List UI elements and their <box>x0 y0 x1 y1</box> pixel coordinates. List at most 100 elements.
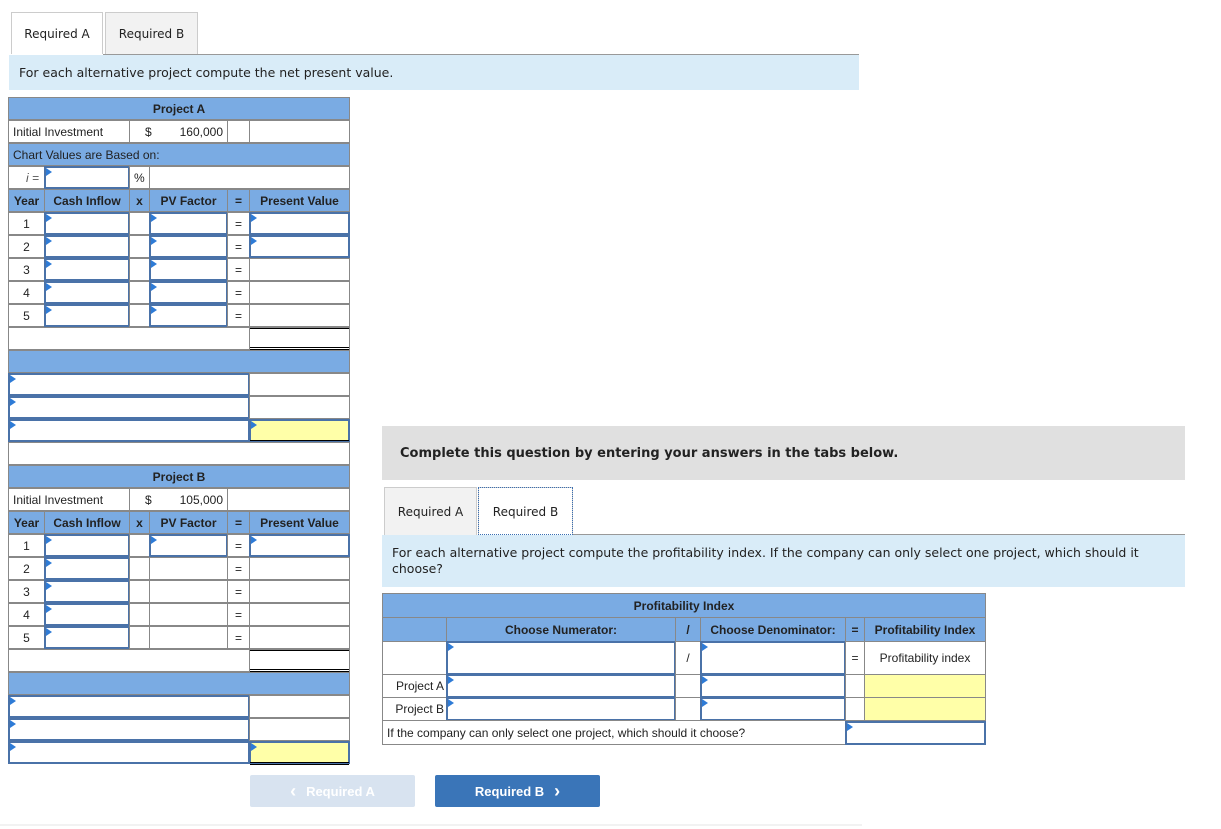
times-cell <box>129 534 150 557</box>
year-cell: 3 <box>8 258 45 281</box>
next-button-label: Required B <box>474 783 545 799</box>
cash-inflow-input[interactable] <box>44 534 130 557</box>
pv-factor-input[interactable] <box>149 534 228 557</box>
chart-values-label: Chart Values are Based on: <box>8 143 350 166</box>
cash-inflow-input[interactable] <box>44 212 130 235</box>
inner-tab-required-a[interactable]: Required A <box>384 487 477 535</box>
summary-label-input-2[interactable] <box>8 718 250 741</box>
year-cell: 2 <box>8 235 45 258</box>
times-cell <box>129 603 150 626</box>
col-present-value: Present Value <box>249 189 350 212</box>
col-pv-factor: PV Factor <box>149 189 228 212</box>
cash-inflow-input[interactable] <box>44 603 130 626</box>
col-equals: = <box>227 189 250 212</box>
present-value-input[interactable] <box>249 212 350 235</box>
project-b-pi-result <box>864 697 986 721</box>
row-project-a-label: Project A <box>382 674 447 698</box>
empty-cell <box>249 120 350 143</box>
cash-inflow-input[interactable] <box>44 580 130 603</box>
initial-investment-amount: 160,000 <box>179 124 223 139</box>
summary-label-input-1[interactable] <box>8 373 250 396</box>
cash-inflow-input[interactable] <box>44 626 130 649</box>
section-bar <box>8 350 350 373</box>
slash-sign: / <box>675 641 701 675</box>
result-label: Profitability index <box>864 641 986 675</box>
total-label-cell <box>8 327 250 350</box>
prev-button-label: Required A <box>306 783 375 799</box>
project-b-denominator-input[interactable] <box>700 697 846 721</box>
npv-value-input[interactable] <box>249 741 350 764</box>
times-cell <box>129 212 150 235</box>
npv-label-input[interactable] <box>8 741 250 764</box>
cash-inflow-input[interactable] <box>44 281 130 304</box>
denominator-select[interactable] <box>700 641 846 675</box>
next-required-b-button[interactable]: Required B › <box>435 775 600 807</box>
pv-factor-input[interactable] <box>149 258 228 281</box>
year-cell: 5 <box>8 304 45 327</box>
inner-tab-required-b[interactable]: Required B <box>478 487 573 535</box>
project-b-numerator-input[interactable] <box>446 697 676 721</box>
project-a-numerator-input[interactable] <box>446 674 676 698</box>
equals-sign: = <box>227 304 250 327</box>
year-cell: 4 <box>8 281 45 304</box>
cash-inflow-input[interactable] <box>44 304 130 327</box>
empty-cell <box>149 166 350 189</box>
summary-label-input-2[interactable] <box>8 396 250 419</box>
project-b-title: Project B <box>8 465 350 488</box>
year-cell: 4 <box>8 603 45 626</box>
pv-factor-input[interactable] <box>149 304 228 327</box>
percent-label: % <box>129 166 150 189</box>
numerator-select[interactable] <box>446 641 676 675</box>
times-cell <box>129 557 150 580</box>
instruction-npv: For each alternative project compute the… <box>9 55 859 90</box>
cash-inflow-input[interactable] <box>44 258 130 281</box>
col-equals: = <box>227 511 250 534</box>
year-cell: 1 <box>8 534 45 557</box>
initial-investment-value: $ 160,000 <box>129 120 228 143</box>
equals-sign: = <box>227 603 250 626</box>
empty-cell <box>675 674 701 698</box>
pv-factor-cell <box>149 580 228 603</box>
equals-sign: = <box>227 580 250 603</box>
currency-symbol: $ <box>145 124 152 139</box>
interest-rate-input[interactable] <box>44 166 130 189</box>
times-cell <box>129 258 150 281</box>
pi-header-blank <box>382 617 447 642</box>
col-pv-factor: PV Factor <box>149 511 228 534</box>
pv-factor-input[interactable] <box>149 281 228 304</box>
empty-cell <box>227 488 350 511</box>
present-value-input[interactable] <box>249 235 350 258</box>
pv-factor-input[interactable] <box>149 235 228 258</box>
summary-label-input-1[interactable] <box>8 695 250 718</box>
project-choice-select[interactable] <box>845 721 986 745</box>
chevron-right-icon: › <box>554 780 561 801</box>
year-cell: 3 <box>8 580 45 603</box>
npv-value-input[interactable] <box>249 419 350 442</box>
col-equals: = <box>845 617 865 642</box>
instructions-banner: Complete this question by entering your … <box>382 426 1185 480</box>
pv-factor-cell <box>149 603 228 626</box>
cash-inflow-input[interactable] <box>44 235 130 258</box>
prev-required-a-button[interactable]: ‹ Required A <box>250 775 415 807</box>
initial-investment-label: Initial Investment <box>8 488 130 511</box>
bottom-divider <box>0 824 862 826</box>
empty-cell <box>845 674 865 698</box>
pv-factor-cell <box>149 626 228 649</box>
tab-required-b[interactable]: Required B <box>105 12 198 54</box>
project-a-denominator-input[interactable] <box>700 674 846 698</box>
times-cell <box>129 281 150 304</box>
double-underline <box>250 762 349 765</box>
initial-investment-label: Initial Investment <box>8 120 130 143</box>
present-value-input[interactable] <box>249 534 350 557</box>
equals-sign: = <box>227 534 250 557</box>
cash-inflow-input[interactable] <box>44 557 130 580</box>
npv-label-input[interactable] <box>8 419 250 442</box>
tab-required-a[interactable]: Required A <box>11 12 103 54</box>
col-year: Year <box>8 511 45 534</box>
initial-investment-value: $ 105,000 <box>129 488 228 511</box>
year-cell: 2 <box>8 557 45 580</box>
pv-factor-input[interactable] <box>149 212 228 235</box>
equals-sign: = <box>227 212 250 235</box>
empty-cell <box>675 697 701 721</box>
summary-value-2 <box>249 396 350 419</box>
